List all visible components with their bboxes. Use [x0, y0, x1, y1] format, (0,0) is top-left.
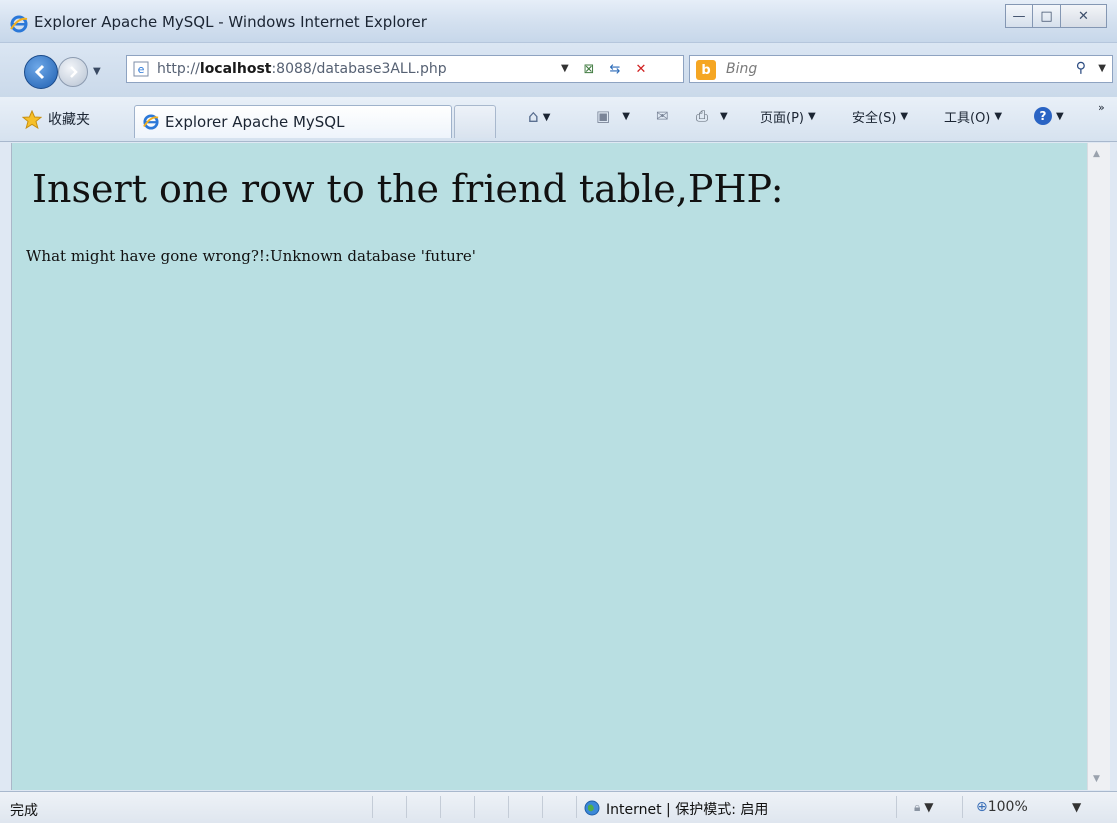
- stop-icon[interactable]: ✕: [631, 59, 651, 79]
- status-text: 完成: [10, 803, 38, 819]
- padlock-icon: 🔒︎: [914, 800, 921, 814]
- error-message: What might have gone wrong?!:Unknown dat…: [26, 247, 476, 265]
- zoom-dropdown[interactable]: ▼: [1072, 800, 1081, 814]
- print-button[interactable]: ⎙ ▼: [696, 107, 728, 125]
- home-icon: ⌂: [528, 107, 539, 127]
- home-button[interactable]: ⌂ ▼: [528, 107, 551, 127]
- status-divider: [372, 796, 373, 818]
- forward-arrow-icon: [70, 66, 78, 78]
- magnifier-icon: ⊕: [976, 799, 988, 815]
- search-placeholder: Bing: [726, 61, 758, 77]
- safety-menu-label: 安全(S): [852, 111, 897, 126]
- tools-menu-label: 工具(O): [944, 111, 991, 126]
- new-tab-button[interactable]: [454, 105, 496, 138]
- tools-menu[interactable]: 工具(O) ▼: [944, 107, 1002, 126]
- page-menu[interactable]: 页面(P) ▼: [760, 107, 816, 126]
- mail-icon: ✉: [656, 107, 669, 125]
- window-left-border: [0, 143, 12, 790]
- status-divider: [542, 796, 543, 818]
- url-field[interactable]: e http://localhost:8088/database3ALL.php…: [126, 55, 684, 83]
- minimize-button[interactable]: —: [1005, 4, 1033, 28]
- minimize-icon: —: [1012, 8, 1026, 24]
- address-bar: ▼ e http://localhost:8088/database3ALL.p…: [0, 43, 1117, 97]
- url-dropdown[interactable]: ▼: [561, 63, 569, 74]
- scroll-down-arrow-icon[interactable]: ▼: [1093, 774, 1100, 784]
- forward-button[interactable]: [58, 57, 88, 87]
- command-bar: 收藏夹 Explorer Apache MySQL ⌂ ▼ ▣ ▼ ✉ ⎙ ▼ 页面(…: [0, 97, 1117, 142]
- rss-feed-icon: ▣: [596, 107, 611, 125]
- window-controls: — □ ✕: [1005, 4, 1107, 32]
- page-heading: Insert one row to the friend table,PHP:: [32, 167, 784, 211]
- zoom-control[interactable]: ⊕100%: [976, 799, 1028, 815]
- protected-mode-button[interactable]: 🔒︎ ▼: [914, 800, 933, 815]
- compatibility-icon[interactable]: ⊠: [579, 59, 599, 79]
- printer-icon: ⎙: [696, 107, 709, 125]
- mail-button[interactable]: ✉: [656, 107, 669, 125]
- status-divider: [440, 796, 441, 818]
- tab-title: Explorer Apache MySQL: [165, 113, 345, 131]
- search-field[interactable]: b Bing ⚲ ▼: [689, 55, 1113, 83]
- scroll-up-arrow-icon[interactable]: ▲: [1093, 149, 1100, 159]
- window-title: Explorer Apache MySQL - Windows Internet…: [34, 13, 427, 31]
- close-button[interactable]: ✕: [1061, 4, 1107, 28]
- status-divider: [576, 796, 577, 818]
- status-bar: 完成 Internet | 保护模式: 启用 🔒︎ ▼ ⊕100% ▼: [0, 791, 1117, 823]
- bing-logo-icon: b: [696, 60, 716, 80]
- feeds-button[interactable]: ▣ ▼: [596, 107, 630, 125]
- status-divider: [508, 796, 509, 818]
- toolbar-overflow-chevron[interactable]: »: [1098, 101, 1105, 114]
- page-menu-label: 页面(P): [760, 111, 804, 126]
- ie-logo-icon: [10, 15, 28, 33]
- help-menu[interactable]: ? ▼: [1034, 107, 1064, 125]
- recent-pages-dropdown[interactable]: ▼: [93, 66, 101, 77]
- status-divider: [962, 796, 963, 818]
- maximize-icon: □: [1040, 8, 1053, 24]
- page-content: Insert one row to the friend table,PHP: …: [12, 143, 1087, 790]
- title-bar: Explorer Apache MySQL - Windows Internet…: [0, 0, 1117, 43]
- search-dropdown[interactable]: ▼: [1098, 63, 1106, 74]
- svg-text:e: e: [138, 63, 145, 76]
- status-divider: [896, 796, 897, 818]
- zoom-level: 100%: [987, 799, 1028, 815]
- maximize-button[interactable]: □: [1033, 4, 1061, 28]
- status-divider: [474, 796, 475, 818]
- back-arrow-icon: [34, 64, 45, 80]
- refresh-icon[interactable]: ⇆: [605, 59, 625, 79]
- favorites-button[interactable]: 收藏夹: [48, 109, 90, 129]
- internet-globe-icon: [584, 800, 600, 816]
- page-icon: e: [133, 61, 149, 77]
- url-text: http://localhost:8088/database3ALL.php: [157, 61, 447, 77]
- vertical-scrollbar[interactable]: ▲ ▼: [1087, 143, 1110, 790]
- ie-tab-icon: [143, 114, 159, 130]
- security-zone[interactable]: Internet | 保护模式: 启用: [606, 799, 768, 819]
- close-icon: ✕: [1078, 8, 1089, 24]
- search-icon[interactable]: ⚲: [1076, 60, 1086, 76]
- safety-menu[interactable]: 安全(S) ▼: [852, 107, 908, 126]
- favorites-star-icon[interactable]: [22, 110, 42, 130]
- tab-active[interactable]: Explorer Apache MySQL: [134, 105, 452, 138]
- help-icon: ?: [1034, 107, 1052, 125]
- status-divider: [406, 796, 407, 818]
- back-button[interactable]: [24, 55, 58, 89]
